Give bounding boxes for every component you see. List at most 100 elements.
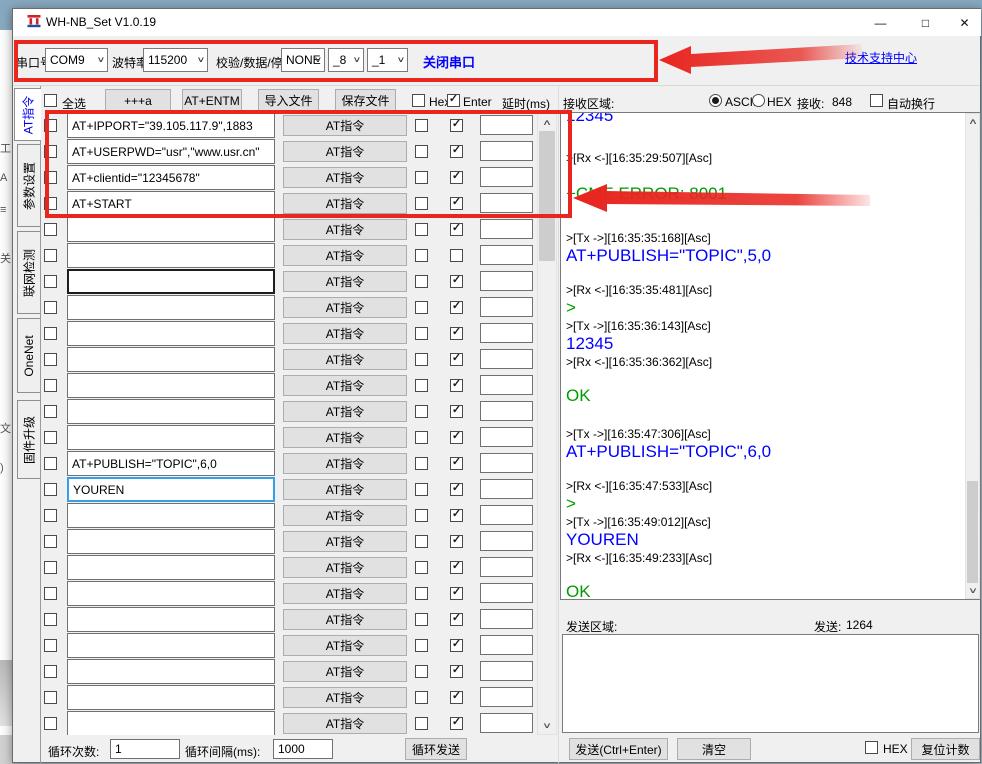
command-list-scrollbar[interactable]: ∧ ∨	[537, 113, 557, 735]
command-input[interactable]	[67, 555, 275, 580]
row-delay-input[interactable]	[480, 635, 533, 655]
row-delay-input[interactable]	[480, 505, 533, 525]
command-input[interactable]	[67, 711, 275, 735]
row-delay-input[interactable]	[480, 297, 533, 317]
row-select-checkbox[interactable]	[44, 691, 57, 704]
send-input[interactable]	[562, 634, 979, 733]
row-enter-checkbox[interactable]: ✓	[450, 639, 463, 652]
command-input[interactable]	[67, 295, 275, 320]
at-command-send-button[interactable]: AT指令	[283, 635, 407, 656]
row-hex-checkbox[interactable]	[415, 223, 428, 236]
command-input[interactable]	[67, 373, 275, 398]
row-select-checkbox[interactable]	[44, 613, 57, 626]
scrollbar-thumb[interactable]	[539, 131, 555, 261]
row-enter-checkbox[interactable]: ✓	[450, 405, 463, 418]
row-enter-checkbox[interactable]: ✓	[450, 197, 463, 210]
row-enter-checkbox[interactable]: ✓	[450, 431, 463, 444]
sidebar-tab-0[interactable]: AT指令	[14, 88, 41, 141]
row-enter-checkbox[interactable]: ✓	[450, 119, 463, 132]
row-delay-input[interactable]	[480, 401, 533, 421]
parity-select[interactable]: NONE ∨	[281, 48, 325, 72]
row-select-checkbox[interactable]	[44, 717, 57, 730]
row-enter-checkbox[interactable]: ✓	[450, 483, 463, 496]
row-delay-input[interactable]	[480, 427, 533, 447]
row-delay-input[interactable]	[480, 245, 533, 265]
row-hex-checkbox[interactable]	[415, 535, 428, 548]
sidebar-tab-1[interactable]: 参数设置	[17, 144, 40, 227]
command-input[interactable]	[67, 503, 275, 528]
row-select-checkbox[interactable]	[44, 639, 57, 652]
row-hex-checkbox[interactable]	[415, 379, 428, 392]
command-input[interactable]	[67, 633, 275, 658]
command-input[interactable]	[67, 399, 275, 424]
row-select-checkbox[interactable]	[44, 327, 57, 340]
at-command-send-button[interactable]: AT指令	[283, 323, 407, 344]
row-select-checkbox[interactable]	[44, 223, 57, 236]
row-select-checkbox[interactable]	[44, 561, 57, 574]
command-input[interactable]	[67, 347, 275, 372]
row-select-checkbox[interactable]	[44, 275, 57, 288]
port-select[interactable]: COM9 ∨	[45, 48, 108, 72]
row-enter-checkbox[interactable]	[450, 249, 463, 262]
ascii-radio[interactable]	[709, 94, 722, 107]
row-enter-checkbox[interactable]: ✓	[450, 223, 463, 236]
at-command-send-button[interactable]: AT指令	[283, 583, 407, 604]
command-input[interactable]	[67, 321, 275, 346]
row-select-checkbox[interactable]	[44, 249, 57, 262]
row-enter-checkbox[interactable]: ✓	[450, 665, 463, 678]
row-hex-checkbox[interactable]	[415, 171, 428, 184]
row-select-checkbox[interactable]	[44, 665, 57, 678]
row-delay-input[interactable]	[480, 661, 533, 681]
at-command-send-button[interactable]: AT指令	[283, 661, 407, 682]
receive-scrollbar[interactable]: ∧ ∨	[965, 113, 980, 599]
row-delay-input[interactable]	[480, 349, 533, 369]
row-hex-checkbox[interactable]	[415, 457, 428, 470]
row-select-checkbox[interactable]	[44, 353, 57, 366]
command-input[interactable]: AT+IPPORT="39.105.117.9",1883	[67, 113, 275, 138]
row-delay-input[interactable]	[480, 323, 533, 343]
row-enter-checkbox[interactable]: ✓	[450, 275, 463, 288]
at-command-send-button[interactable]: AT指令	[283, 505, 407, 526]
minimize-button[interactable]: —	[858, 9, 903, 36]
row-select-checkbox[interactable]	[44, 587, 57, 600]
row-enter-checkbox[interactable]: ✓	[450, 145, 463, 158]
row-delay-input[interactable]	[480, 375, 533, 395]
row-delay-input[interactable]	[480, 479, 533, 499]
close-port-link[interactable]: 关闭串口	[423, 52, 475, 71]
row-delay-input[interactable]	[480, 141, 533, 161]
command-input[interactable]	[67, 269, 275, 294]
save-file-button[interactable]: 保存文件	[335, 89, 396, 112]
scrollbar-thumb[interactable]	[967, 481, 978, 584]
reset-count-button[interactable]: 复位计数	[911, 738, 980, 760]
row-select-checkbox[interactable]	[44, 119, 57, 132]
hex-checkbox[interactable]	[412, 94, 425, 107]
at-command-send-button[interactable]: AT指令	[283, 167, 407, 188]
row-delay-input[interactable]	[480, 557, 533, 577]
row-enter-checkbox[interactable]: ✓	[450, 379, 463, 392]
select-all-checkbox[interactable]	[44, 94, 57, 107]
databits-select[interactable]: _8 ∨	[328, 48, 364, 72]
scroll-down-icon[interactable]: ∨	[538, 717, 556, 734]
import-file-button[interactable]: 导入文件	[258, 89, 319, 112]
row-select-checkbox[interactable]	[44, 145, 57, 158]
enter-checkbox[interactable]: ✓	[447, 94, 460, 107]
row-delay-input[interactable]	[480, 219, 533, 239]
row-delay-input[interactable]	[480, 271, 533, 291]
at-command-send-button[interactable]: AT指令	[283, 375, 407, 396]
row-hex-checkbox[interactable]	[415, 431, 428, 444]
command-input[interactable]	[67, 685, 275, 710]
row-select-checkbox[interactable]	[44, 431, 57, 444]
at-command-send-button[interactable]: AT指令	[283, 479, 407, 500]
command-input[interactable]	[67, 581, 275, 606]
at-command-send-button[interactable]: AT指令	[283, 557, 407, 578]
row-delay-input[interactable]	[480, 687, 533, 707]
support-center-link[interactable]: 技术支持中心	[845, 49, 917, 66]
row-hex-checkbox[interactable]	[415, 509, 428, 522]
at-command-send-button[interactable]: AT指令	[283, 713, 407, 734]
at-command-send-button[interactable]: AT指令	[283, 193, 407, 214]
row-hex-checkbox[interactable]	[415, 197, 428, 210]
row-hex-checkbox[interactable]	[415, 275, 428, 288]
row-hex-checkbox[interactable]	[415, 665, 428, 678]
row-enter-checkbox[interactable]: ✓	[450, 353, 463, 366]
row-hex-checkbox[interactable]	[415, 639, 428, 652]
